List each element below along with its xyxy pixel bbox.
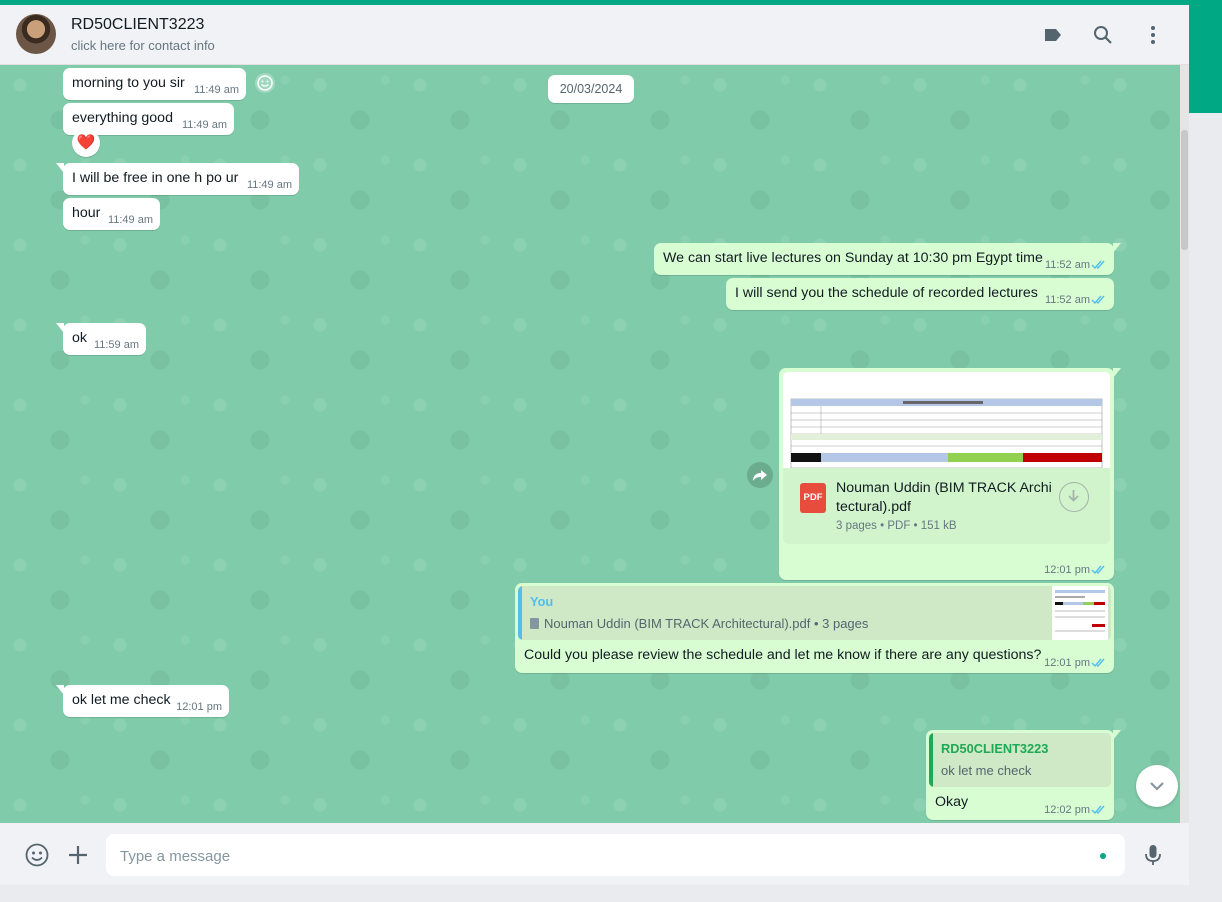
date-separator: 20/03/2024: [548, 75, 634, 103]
message-input[interactable]: [118, 834, 1082, 878]
message-incoming[interactable]: ok 11:59 am: [56, 323, 146, 355]
document-info[interactable]: PDF Nouman Uddin (BIM TRACK Archi tectur…: [783, 468, 1110, 544]
status-dot: [1100, 853, 1106, 859]
quote-bar: [518, 586, 522, 640]
message-text: Okay: [935, 794, 969, 810]
read-ticks-icon: [1091, 565, 1105, 575]
read-ticks-icon: [1091, 260, 1105, 270]
forward-icon[interactable]: [747, 462, 773, 488]
message-time: 11:49 am: [181, 119, 227, 131]
message-time: 11:52 am: [1044, 294, 1090, 306]
label-icon[interactable]: [1041, 23, 1065, 47]
bubble-tail: [56, 323, 64, 333]
avatar[interactable]: [16, 14, 56, 54]
message-time: 12:01 pm: [176, 701, 222, 713]
message-text: I will be free in one h po ur: [72, 170, 239, 186]
bubble-tail: [1113, 368, 1121, 378]
quoted-message[interactable]: You Nouman Uddin (BIM TRACK Architectura…: [518, 586, 1111, 640]
contact-info-link[interactable]: click here for contact info: [71, 38, 215, 53]
message-time: 11:49 am: [193, 84, 239, 96]
message-text: ok: [72, 330, 87, 346]
message-outgoing-reply[interactable]: You Nouman Uddin (BIM TRACK Architectura…: [515, 583, 1114, 673]
read-ticks-icon: [1091, 658, 1105, 668]
message-time: 12:01 pm: [1044, 657, 1090, 669]
composer-bar: [0, 823, 1189, 885]
contact-name[interactable]: RD50CLIENT3223: [71, 16, 204, 34]
emoji-icon[interactable]: [24, 842, 50, 868]
document-thumbnail: [790, 398, 1103, 468]
quote-author: You: [530, 594, 554, 609]
heart-reaction[interactable]: ❤️: [72, 129, 100, 157]
message-text: ok let me check: [72, 692, 171, 708]
message-text: Could you please review the schedule and…: [524, 647, 1042, 663]
read-ticks-icon: [1091, 295, 1105, 305]
document-preview[interactable]: [783, 372, 1110, 468]
bubble-tail: [1113, 730, 1121, 740]
pdf-icon: PDF: [800, 483, 826, 513]
smiley-react-icon[interactable]: [255, 73, 275, 93]
message-time: 11:49 am: [246, 179, 292, 191]
right-accent-bar: [1189, 0, 1222, 113]
message-time: 11:49 am: [107, 214, 153, 226]
message-text: morning to you sir: [72, 75, 185, 91]
scrollbar-thumb[interactable]: [1181, 130, 1188, 250]
right-background: [1189, 113, 1222, 902]
message-incoming[interactable]: ok let me check 12:01 pm: [56, 685, 229, 717]
message-text: hour: [72, 205, 101, 221]
quote-bar: [929, 733, 933, 787]
quote-text: Nouman Uddin (BIM TRACK Architectural).p…: [530, 616, 868, 631]
message-text: We can start live lectures on Sunday at …: [663, 250, 1043, 266]
message-outgoing[interactable]: We can start live lectures on Sunday at …: [654, 243, 1121, 275]
search-icon[interactable]: [1091, 23, 1115, 47]
message-outgoing[interactable]: I will send you the schedule of recorded…: [726, 278, 1114, 310]
attach-plus-icon[interactable]: [65, 842, 91, 868]
document-message[interactable]: PDF Nouman Uddin (BIM TRACK Archi tectur…: [779, 368, 1121, 580]
message-text: I will send you the schedule of recorded…: [735, 285, 1038, 301]
chevron-down-icon[interactable]: [1136, 765, 1178, 807]
message-text: everything good: [72, 110, 173, 126]
message-time: 11:59 am: [93, 339, 139, 351]
message-time: 11:52 am: [1044, 259, 1090, 271]
message-time: 12:02 pm: [1044, 804, 1090, 816]
bubble-tail: [56, 685, 64, 695]
message-time: 12:01 pm: [1044, 564, 1090, 576]
message-outgoing-reply[interactable]: RD50CLIENT3223 ok let me check Okay 12:0…: [926, 730, 1121, 820]
chat-header[interactable]: RD50CLIENT3223 click here for contact in…: [0, 5, 1189, 65]
document-icon: [530, 618, 539, 629]
quoted-message[interactable]: RD50CLIENT3223 ok let me check: [929, 733, 1111, 787]
message-incoming[interactable]: I will be free in one h po ur 11:49 am: [56, 163, 299, 195]
message-incoming[interactable]: hour 11:49 am: [63, 198, 160, 230]
message-input-container[interactable]: [106, 834, 1125, 878]
read-ticks-icon: [1091, 805, 1105, 815]
menu-icon[interactable]: [1141, 23, 1165, 47]
quote-author: RD50CLIENT3223: [941, 741, 1049, 756]
document-file-name: Nouman Uddin (BIM TRACK Archi tectural).…: [836, 480, 1052, 515]
quote-text: ok let me check: [941, 763, 1032, 778]
chat-area[interactable]: 20/03/2024 morning to you sir 11:49 am e…: [0, 65, 1189, 823]
download-icon[interactable]: [1059, 482, 1089, 512]
quote-thumbnail: [1052, 586, 1108, 640]
bubble-tail: [1113, 243, 1121, 253]
quote-text-value: Nouman Uddin (BIM TRACK Architectural).p…: [544, 616, 869, 631]
message-incoming[interactable]: morning to you sir 11:49 am: [63, 68, 246, 100]
document-meta: 3 pages • PDF • 151 kB: [836, 520, 957, 532]
mic-icon[interactable]: [1140, 842, 1166, 868]
bubble-tail: [56, 163, 64, 173]
